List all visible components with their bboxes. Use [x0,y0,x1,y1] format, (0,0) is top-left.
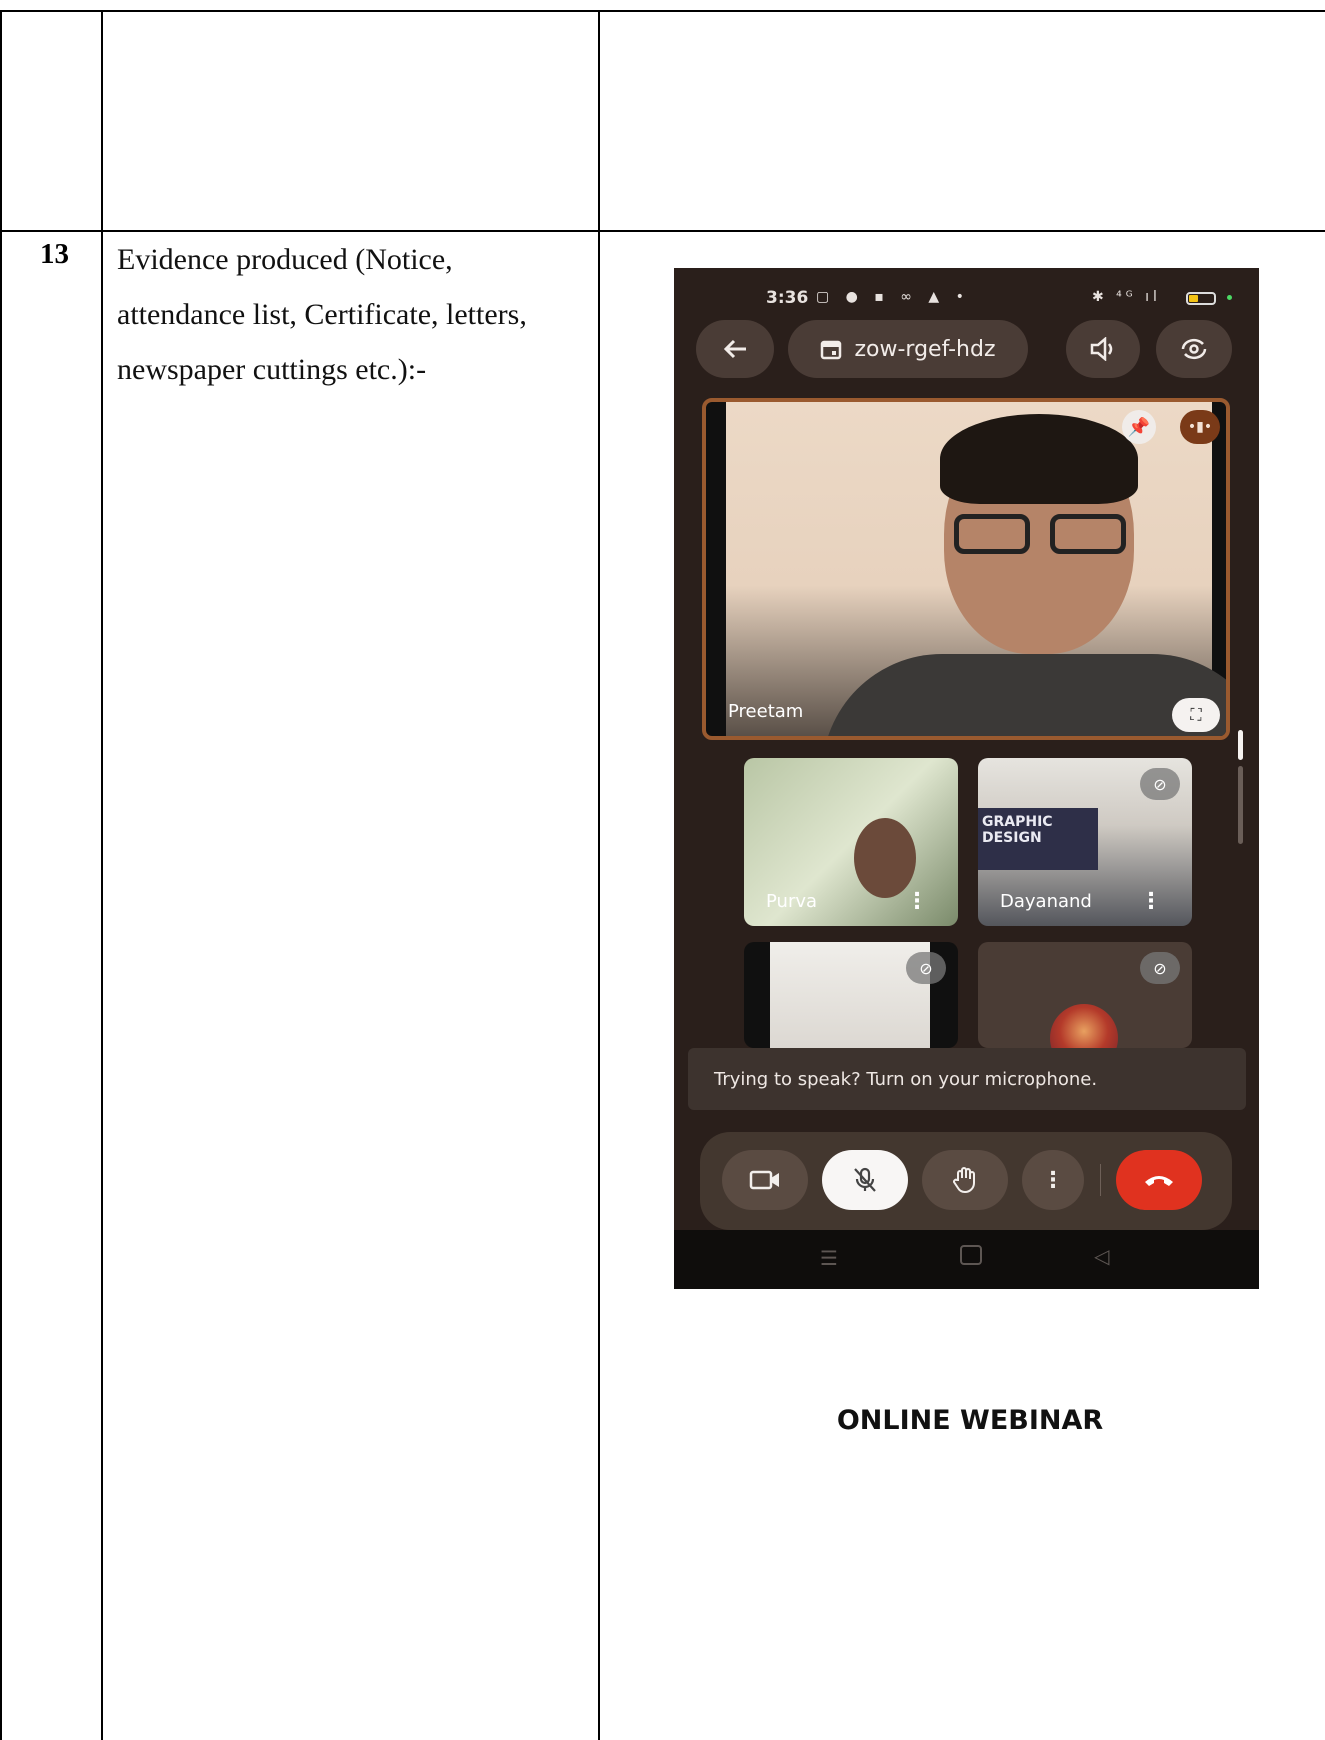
speaker-button[interactable] [1066,320,1140,378]
audio-level-icon: •▮• [1180,410,1220,444]
flip-camera-button[interactable] [1156,320,1232,378]
privacy-dot-icon [1227,295,1232,300]
camera-button[interactable] [722,1150,808,1210]
mic-off-icon: ⊘ [1140,768,1180,800]
home-icon[interactable] [960,1245,982,1265]
participant-video [854,818,916,898]
status-bar: 3:36 ▢ ● ▪ ∞ ▲ • ✱ ⁴ᴳ ıl [674,268,1259,316]
raise-hand-icon [953,1167,975,1194]
raise-hand-button[interactable] [922,1150,1008,1210]
row-number: 13 [40,238,69,270]
participant-name: Dayanand [1000,891,1092,912]
more-vert-icon[interactable]: ⋮ [906,891,928,913]
participant-body [822,654,1226,736]
scroll-indicator[interactable] [1238,730,1243,760]
notification-icons: ▢ ● ▪ ∞ ▲ • [816,289,970,305]
mic-off-icon: ⊘ [1140,952,1180,984]
menu-icon[interactable]: ☰ [820,1246,838,1270]
arrow-left-icon [723,339,746,359]
participant-tile-purva[interactable]: Purva ⋮ [744,758,958,926]
divider [1100,1164,1101,1196]
meeting-code: zow-rgef-hdz [854,336,996,362]
video-camera-icon [749,1170,779,1190]
participant-video [726,402,1226,736]
participant-hair [940,414,1138,504]
microphone-button[interactable] [822,1150,908,1210]
column-divider-2 [598,10,600,1740]
more-vert-icon[interactable]: ⋮ [1140,891,1162,913]
microphone-toast: Trying to speak? Turn on your microphone… [688,1048,1246,1110]
participant-glasses [954,514,1130,558]
more-vert-icon: ⋮ [1042,1167,1064,1193]
pin-icon[interactable]: 📌 [1122,410,1156,444]
main-participant-tile[interactable]: 📌 •▮• ⛶ Preetam [702,398,1230,740]
participant-tile-avatar[interactable]: ⊘ [978,942,1192,1048]
poster: GRAPHIC DESIGN [978,808,1098,870]
status-time: 3:36 [766,288,809,308]
meeting-code-chip[interactable]: zow-rgef-hdz [788,320,1028,378]
more-options-button[interactable]: ⋮ [1022,1150,1084,1210]
row-description: Evidence produced (Notice, attendance li… [117,243,527,386]
system-nav-bar: ☰ ◁ [674,1230,1259,1289]
fullscreen-icon[interactable]: ⛶ [1172,698,1220,732]
participant-name: Preetam [728,701,804,722]
signal-icons: ✱ ⁴ᴳ ıl [1092,289,1161,305]
mic-off-icon: ⊘ [906,952,946,984]
speaker-icon [1090,337,1113,361]
participant-tile-classroom[interactable]: ⊘ [744,942,958,1048]
participant-video [770,942,930,1048]
participant-tile-dayanand[interactable]: GRAPHIC DESIGN ⊘ Dayanand ⋮ [978,758,1192,926]
end-call-icon [1145,1176,1173,1186]
column-divider-1 [101,10,103,1740]
scroll-track [1238,766,1243,844]
table-border-top [0,10,1325,12]
mic-off-icon [854,1167,876,1192]
end-call-button[interactable] [1116,1150,1202,1210]
table-border-left [0,10,2,1740]
call-controls: ⋮ [700,1132,1232,1230]
back-button[interactable] [696,320,774,378]
evidence-caption: ONLINE WEBINAR [836,1405,1104,1436]
meeting-screenshot: 3:36 ▢ ● ▪ ∞ ▲ • ✱ ⁴ᴳ ıl zow-rgef-hdz 📌 … [674,268,1259,1289]
battery-icon [1186,292,1216,305]
camera-flip-icon [1181,338,1207,360]
calendar-icon [821,340,842,360]
avatar [1050,1004,1118,1048]
back-triangle-icon[interactable]: ◁ [1094,1244,1109,1268]
participant-name: Purva [766,891,818,912]
